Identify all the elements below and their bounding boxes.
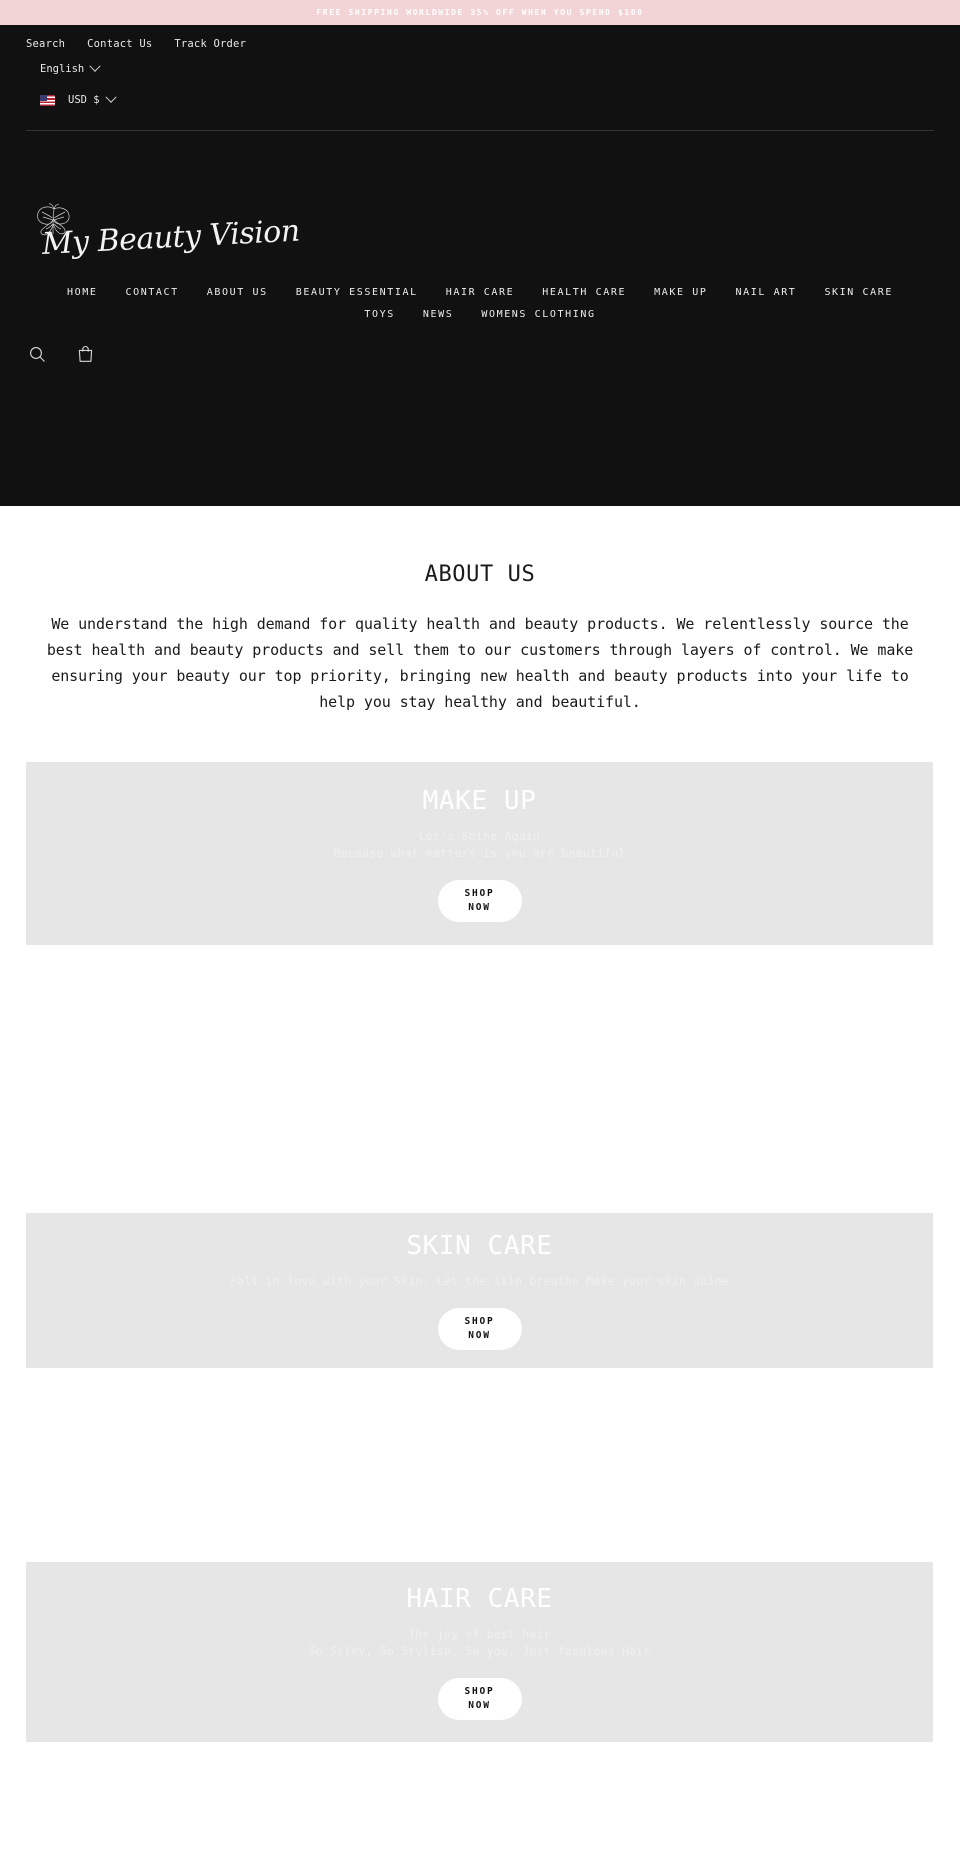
category-banner-makeup[interactable]: MAKE UP Let's Shine Again Because what m… bbox=[26, 762, 933, 945]
utility-link-search[interactable]: Search bbox=[26, 38, 65, 50]
nav-item-toys[interactable]: TOYS bbox=[350, 309, 408, 321]
banner-subtitle-line1: Let's Shine Again bbox=[418, 828, 541, 843]
main-navigation: HOME CONTACT ABOUT US BEAUTY ESSENTIAL H… bbox=[0, 287, 960, 321]
us-flag-icon bbox=[40, 94, 55, 106]
about-body: We understand the high demand for qualit… bbox=[46, 615, 914, 711]
announcement-bar: FREE SHIPPING WORLDWIDE 35% OFF WHEN YOU… bbox=[0, 0, 960, 25]
header-divider bbox=[26, 130, 934, 131]
nav-item-nail-art[interactable]: NAIL ART bbox=[721, 287, 810, 299]
chevron-down-icon bbox=[89, 60, 101, 72]
utility-link-track-order[interactable]: Track Order bbox=[174, 38, 246, 50]
shop-now-label-line2: NOW bbox=[468, 1700, 491, 1711]
banner-subtitle-haircare: The joy of best hair So Silky, So Stylis… bbox=[309, 1626, 651, 1660]
shop-now-label-line2: NOW bbox=[468, 901, 491, 913]
banner-title-makeup: MAKE UP bbox=[422, 785, 537, 816]
language-selector-value: English bbox=[40, 63, 85, 75]
banner-subtitle-line1: Fall in love with your Skin. Let the ski… bbox=[230, 1274, 729, 1288]
nav-item-womens-clothing[interactable]: WOMENS CLOTHING bbox=[467, 309, 609, 321]
about-section: ABOUT US We understand the high demand f… bbox=[0, 506, 960, 715]
banner-subtitle-skincare: Fall in love with your Skin. Let the ski… bbox=[230, 1273, 729, 1290]
banner-subtitle-makeup: Let's Shine Again Because what matters i… bbox=[333, 828, 625, 862]
language-selector-row: English bbox=[26, 56, 934, 82]
search-icon[interactable] bbox=[26, 343, 48, 365]
banner-title-haircare: HAIR CARE bbox=[406, 1584, 553, 1614]
nav-item-skin-care[interactable]: SKIN CARE bbox=[810, 287, 907, 299]
nav-item-home[interactable]: HOME bbox=[53, 287, 111, 299]
shop-now-label-line2: NOW bbox=[468, 1330, 491, 1341]
currency-selector-value: USD $ bbox=[68, 94, 100, 106]
nav-item-hair-care[interactable]: HAIR CARE bbox=[432, 287, 529, 299]
shop-now-button-haircare[interactable]: SHOP NOW bbox=[437, 1678, 522, 1720]
announcement-text: FREE SHIPPING WORLDWIDE 35% OFF WHEN YOU… bbox=[316, 8, 644, 17]
shopping-bag-icon[interactable] bbox=[74, 343, 96, 365]
category-banner-haircare[interactable]: HAIR CARE The joy of best hair So Silky,… bbox=[26, 1562, 933, 1742]
currency-selector[interactable]: USD $ bbox=[40, 91, 117, 106]
about-title: ABOUT US bbox=[424, 562, 536, 587]
shop-now-label-line1: SHOP bbox=[464, 887, 495, 899]
utility-link-contact-us[interactable]: Contact Us bbox=[87, 38, 152, 50]
logo-wordmark: My Beauty Vision bbox=[41, 213, 301, 262]
chevron-down-icon bbox=[104, 91, 117, 103]
site-logo[interactable]: My Beauty Vision bbox=[34, 203, 300, 269]
nav-item-about-us[interactable]: ABOUT US bbox=[193, 287, 282, 299]
banner-subtitle-line2: So Silky, So Stylish, So you, Just fabul… bbox=[308, 1644, 651, 1658]
utility-nav: Search Contact Us Track Order bbox=[26, 25, 934, 51]
nav-item-health-care[interactable]: HEALTH CARE bbox=[528, 287, 640, 299]
shop-now-button-skincare[interactable]: SHOP NOW bbox=[437, 1308, 522, 1350]
language-selector[interactable]: English bbox=[40, 60, 101, 75]
shop-now-label-line1: SHOP bbox=[464, 1316, 495, 1327]
nav-item-news[interactable]: NEWS bbox=[409, 309, 467, 321]
banner-subtitle-line1: The joy of best hair bbox=[408, 1627, 551, 1641]
shop-now-label-line1: SHOP bbox=[464, 1686, 495, 1697]
header-icon-row bbox=[26, 343, 96, 365]
banner-subtitle-line2: Because what matters is you are beautifu… bbox=[333, 845, 626, 860]
nav-item-contact[interactable]: CONTACT bbox=[111, 287, 192, 299]
nav-item-make-up[interactable]: MAKE UP bbox=[640, 287, 721, 299]
site-header: Search Contact Us Track Order English US… bbox=[0, 25, 960, 506]
currency-selector-row: USD $ bbox=[26, 87, 934, 113]
category-banner-skincare[interactable]: SKIN CARE Fall in love with your Skin. L… bbox=[26, 1213, 933, 1368]
shop-now-button-makeup[interactable]: SHOP NOW bbox=[437, 879, 522, 922]
nav-item-beauty-essential[interactable]: BEAUTY ESSENTIAL bbox=[282, 287, 432, 299]
banner-title-skincare: SKIN CARE bbox=[406, 1231, 553, 1261]
